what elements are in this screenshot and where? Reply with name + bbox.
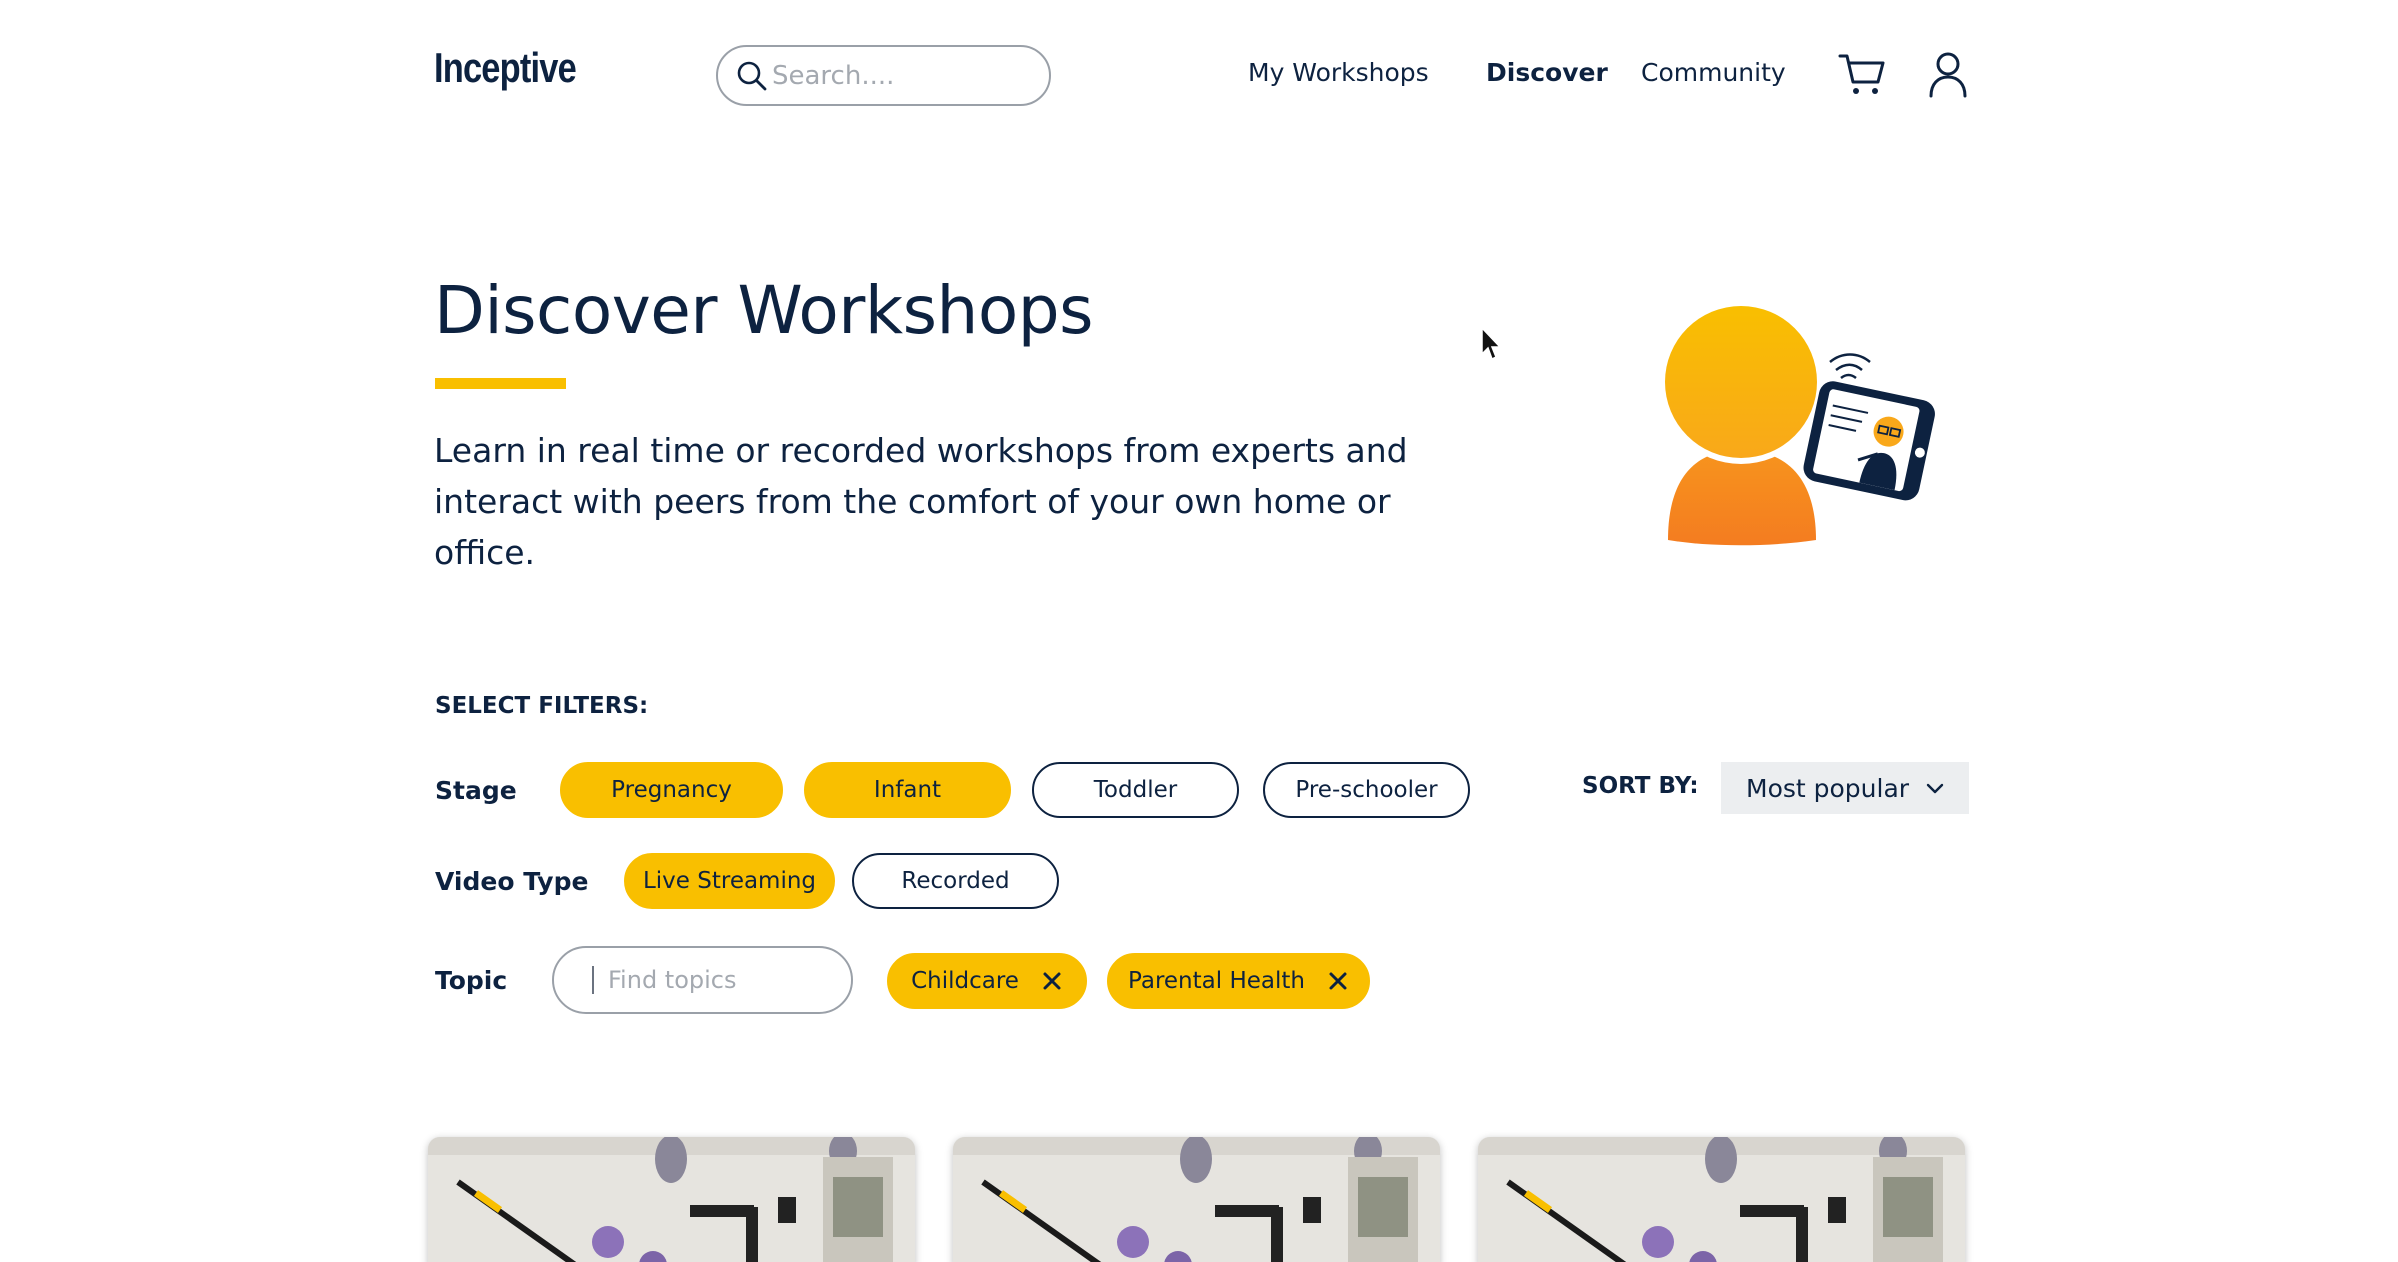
tag-childcare-label: Childcare [911, 968, 1019, 994]
topic-label: Topic [435, 966, 508, 995]
video-type-label: Video Type [435, 867, 589, 896]
chip-infant[interactable]: Infant [804, 762, 1011, 818]
nav-my-workshops[interactable]: My Workshops [1248, 58, 1429, 87]
workshop-thumbnail-image [428, 1137, 915, 1262]
nav-discover[interactable]: Discover [1486, 58, 1608, 87]
nav-community[interactable]: Community [1641, 58, 1786, 87]
text-caret [592, 966, 594, 994]
sort-label: SORT BY: [1582, 773, 1699, 799]
close-icon[interactable] [1041, 970, 1063, 992]
cart-icon[interactable] [1838, 50, 1886, 98]
workshop-card[interactable] [428, 1137, 915, 1262]
tag-parental-health[interactable]: Parental Health [1107, 953, 1370, 1009]
workshop-card[interactable] [953, 1137, 1440, 1262]
topic-search-box[interactable] [552, 946, 853, 1014]
mouse-cursor-icon [1481, 326, 1502, 361]
sort-value: Most popular [1746, 773, 1910, 803]
tag-parental-health-label: Parental Health [1128, 968, 1305, 994]
chip-live-streaming[interactable]: Live Streaming [624, 853, 835, 909]
chip-pre-schooler[interactable]: Pre-schooler [1263, 762, 1470, 818]
search-box[interactable] [716, 45, 1051, 106]
workshop-thumbnail-image [1478, 1137, 1965, 1262]
sort-dropdown[interactable]: Most popular [1721, 762, 1969, 814]
topic-search-input[interactable] [608, 966, 808, 994]
workshop-card[interactable] [1478, 1137, 1965, 1262]
tag-childcare[interactable]: Childcare [887, 953, 1087, 1009]
stage-label: Stage [435, 776, 517, 805]
chip-recorded[interactable]: Recorded [852, 853, 1059, 909]
search-input[interactable] [772, 60, 1012, 91]
user-icon[interactable] [1924, 50, 1972, 98]
page-title: Discover Workshops [434, 272, 1094, 349]
logo[interactable]: Inceptive [434, 44, 577, 92]
chip-toddler[interactable]: Toddler [1032, 762, 1239, 818]
hero-description: Learn in real time or recorded workshops… [434, 431, 1408, 572]
online-learning-illustration-icon [1659, 300, 1935, 546]
title-underline [435, 378, 566, 389]
chip-pregnancy[interactable]: Pregnancy [560, 762, 783, 818]
workshop-thumbnail-image [953, 1137, 1440, 1262]
chevron-down-icon [1926, 783, 1944, 794]
search-icon [737, 61, 767, 90]
close-icon[interactable] [1327, 970, 1349, 992]
filters-heading: SELECT FILTERS: [435, 693, 649, 719]
